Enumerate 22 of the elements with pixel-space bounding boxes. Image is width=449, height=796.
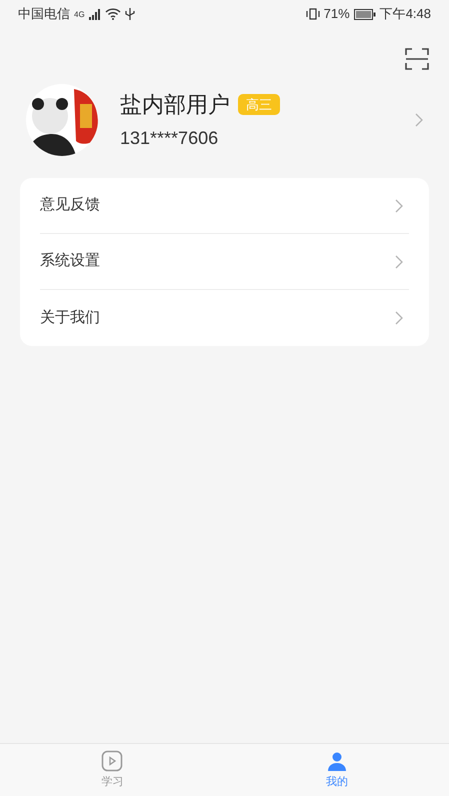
carrier-text: 中国电信 <box>18 5 70 24</box>
vibrate-icon <box>306 8 320 20</box>
wifi-icon <box>104 8 121 20</box>
clock-text: 下午4:48 <box>380 5 431 24</box>
scan-icon[interactable] <box>405 48 429 70</box>
chevron-icon <box>415 113 423 127</box>
battery-icon <box>354 8 376 20</box>
phone-number: 131****7606 <box>120 127 220 150</box>
play-icon <box>101 750 124 772</box>
signal-icon <box>88 8 101 20</box>
user-name: 盐内部用户 <box>120 91 230 119</box>
person-icon <box>326 750 348 772</box>
chevron-icon <box>395 311 403 325</box>
grade-tag: 高三 <box>238 94 280 116</box>
menu-item[interactable]: 关于我们 <box>40 290 409 346</box>
menu-item[interactable]: 系统设置 <box>40 234 409 290</box>
chevron-icon <box>395 198 403 212</box>
menu-item[interactable]: 意见反馈 <box>40 178 409 234</box>
network-text: 4G <box>74 9 85 22</box>
chevron-icon <box>395 254 403 268</box>
battery-percent: 71% <box>324 5 350 24</box>
usb-icon <box>124 8 135 20</box>
